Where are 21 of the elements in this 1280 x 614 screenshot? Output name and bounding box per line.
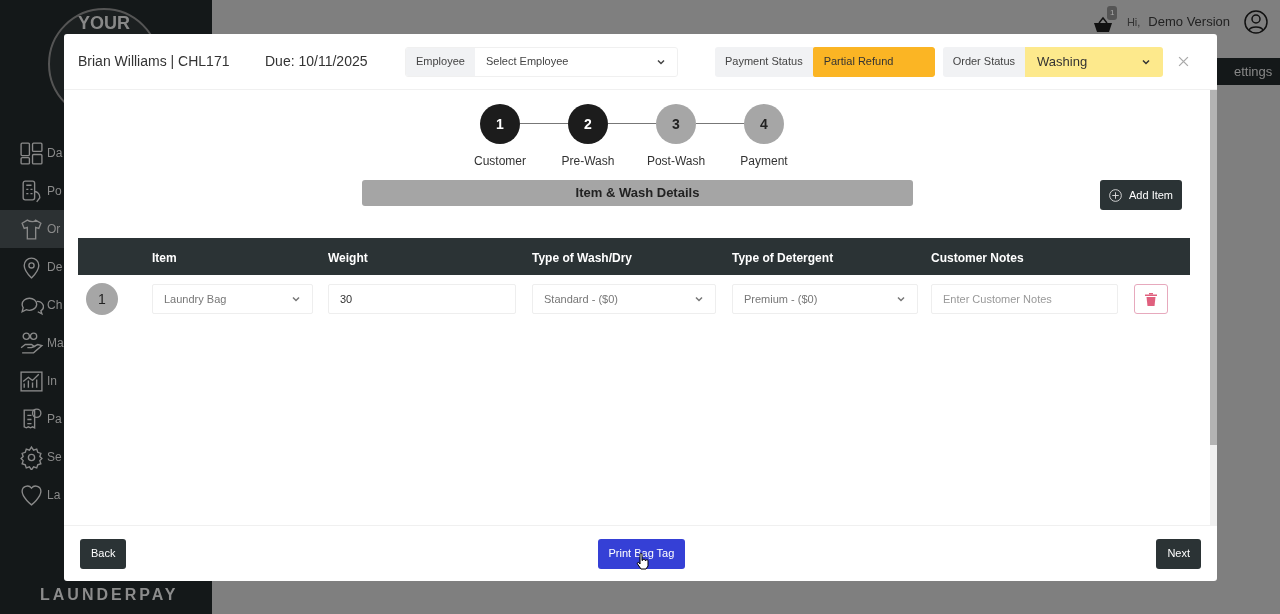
payment-status-value: Partial Refund <box>812 46 935 77</box>
step-label: Pre-Wash <box>561 153 615 170</box>
field-label: Payment Status <box>715 46 813 77</box>
step-label: Post-Wash <box>646 153 706 170</box>
due-date: Due: 10/11/2025 <box>265 52 369 71</box>
row-number: 1 <box>86 283 118 315</box>
greeting-text: Hi, <box>1126 14 1141 30</box>
section-title-bar: Item & Wash Details <box>362 180 913 206</box>
column-header: Type of Wash/Dry <box>532 250 632 265</box>
cart-badge: 1 <box>1106 6 1118 20</box>
logo-text: YOUR <box>78 13 130 33</box>
customer-title: Brian Williams | CHL171 <box>78 52 231 71</box>
user-name: Demo Version <box>1148 13 1230 32</box>
brand-name: LAUNDERPAY <box>40 585 179 605</box>
column-header: Type of Detergent <box>732 250 834 265</box>
column-header: Item <box>152 250 177 265</box>
step-label: Customer <box>474 153 526 170</box>
column-header: Weight <box>328 250 368 265</box>
column-header: Customer Notes <box>931 250 1024 265</box>
step-label: Payment <box>740 153 788 170</box>
field-label: Order Status <box>942 46 1025 77</box>
